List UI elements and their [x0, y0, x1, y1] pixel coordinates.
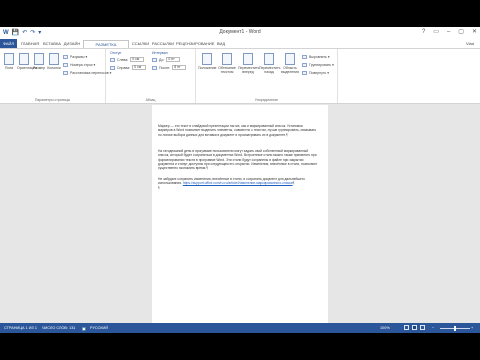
align-button[interactable]: Выровнять ▾	[302, 55, 330, 59]
tab-mailings[interactable]: РАССЫЛКИ	[151, 40, 175, 48]
web-layout-icon[interactable]	[420, 325, 425, 330]
indent-title: Отступ	[110, 51, 122, 55]
wrap-text-button[interactable]: Обтекание текстом	[217, 53, 237, 74]
indent-left-input[interactable]: 0 см	[130, 57, 145, 62]
group-label: Абзац	[145, 98, 156, 102]
paragraph-3[interactable]: Не забудьте сохранить изменения, внесённ…	[158, 177, 318, 190]
read-mode-icon[interactable]	[404, 325, 409, 330]
status-bar: СТРАНИЦА 1 ИЗ 1 ЧИСЛО СЛОВ: 131 ▣ РУССКИ…	[0, 323, 480, 333]
group-arrange: Положение Обтекание текстом Переместить …	[196, 49, 338, 103]
position-icon	[202, 53, 212, 65]
group-paragraph: Отступ Слева: 0 см Справа: 0 см Интервал…	[106, 49, 196, 103]
wrap-text-icon	[222, 53, 232, 65]
spacing-after-icon	[152, 65, 157, 70]
proofing-icon[interactable]: ▣	[82, 326, 86, 331]
indent-left-icon	[110, 57, 115, 62]
columns-button[interactable]: Колонки	[47, 53, 61, 70]
zoom-in-icon[interactable]: +	[471, 326, 473, 330]
help-icon[interactable]: ?	[422, 28, 425, 37]
tab-design[interactable]: ДИЗАЙН	[63, 40, 81, 48]
zoom-out-icon[interactable]: −	[432, 326, 434, 330]
tab-view[interactable]: ВИД	[215, 40, 227, 48]
margins-button[interactable]: Поля	[2, 53, 16, 70]
selection-pane-button[interactable]: Область выделения	[280, 53, 300, 74]
breaks-button[interactable]: Разрывы ▾	[63, 55, 87, 59]
maximize-button[interactable]: ▢	[458, 28, 464, 37]
bring-forward-button[interactable]: Переместить вперед	[238, 53, 259, 74]
language[interactable]: РУССКИЙ	[90, 326, 108, 330]
size-icon	[34, 53, 44, 65]
position-button[interactable]: Положение	[198, 53, 217, 70]
indent-right-icon	[110, 65, 115, 70]
spacing-before-icon	[152, 57, 157, 62]
document-page[interactable]: Маркер — это текст в слайдовой презентац…	[152, 105, 328, 333]
tab-file[interactable]: ФАЙЛ	[0, 39, 17, 48]
line-numbers-icon	[63, 63, 68, 67]
group-button[interactable]: Группировать ▾	[302, 63, 334, 67]
rotate-button[interactable]: Повернуть ▾	[302, 71, 329, 75]
window-title: Документ1 - Word	[219, 29, 261, 35]
spacing-before: До: 0 пт	[152, 57, 181, 62]
rotate-icon	[302, 71, 307, 75]
title-bar: W 💾 ↶ ↷ ▾ Документ1 - Word ? ▭ – ▢ ✕	[0, 27, 480, 39]
indent-right-input[interactable]: 0 см	[132, 65, 147, 70]
size-button[interactable]: Размер	[32, 53, 46, 70]
minimize-button[interactable]: –	[447, 28, 450, 37]
group-icon	[302, 63, 307, 67]
close-button[interactable]: ✕	[472, 28, 477, 37]
word-count[interactable]: ЧИСЛО СЛОВ: 131	[42, 326, 75, 330]
group-label: Параметры страницы	[34, 98, 71, 102]
tab-page-layout[interactable]: РАЗМЕТКА СТРАНИЦЫ	[83, 40, 129, 55]
paragraph-mark: ¶	[206, 166, 208, 171]
margins-icon	[4, 53, 14, 65]
paragraph-mark: ¶	[292, 181, 295, 186]
word-window: W 💾 ↶ ↷ ▾ Документ1 - Word ? ▭ – ▢ ✕ ФАЙ…	[0, 27, 480, 333]
indent-left: Слева: 0 см	[110, 57, 145, 62]
window-controls: ? ▭ – ▢ ✕	[422, 28, 477, 37]
paragraph-1[interactable]: Маркер — это текст в слайдовой презентац…	[158, 124, 318, 137]
paragraph-2[interactable]: На сегодняшний день в программе пользова…	[158, 149, 318, 170]
zoom-level[interactable]: 100%	[380, 326, 390, 330]
line-numbers-button[interactable]: Номера строк ▾	[63, 63, 95, 67]
ribbon: Поля Ориентация Размер Колонки Разрывы ▾…	[0, 48, 480, 104]
selection-pane-icon	[285, 53, 295, 65]
tab-review[interactable]: РЕЦЕНЗИРОВАНИЕ	[176, 40, 214, 48]
orientation-button[interactable]: Ориентация	[17, 53, 37, 70]
empty-paragraph-mark: ¶	[158, 185, 160, 190]
spacing-after-input[interactable]: 8 пт	[172, 65, 187, 70]
user-name[interactable]: Vlad	[466, 41, 474, 46]
hyphenation-icon	[63, 71, 68, 75]
orientation-icon	[19, 53, 29, 65]
bring-forward-icon	[243, 53, 253, 65]
hyphenation-button[interactable]: Расстановка переносов ▾	[63, 71, 111, 75]
tab-home[interactable]: ГЛАВНАЯ	[19, 40, 41, 48]
tab-references[interactable]: ССЫЛКИ	[131, 40, 150, 48]
tab-insert[interactable]: ВСТАВКА	[42, 40, 62, 48]
zoom-slider-thumb[interactable]	[454, 326, 456, 331]
send-backward-button[interactable]: Переместить назад	[259, 53, 280, 74]
page-count[interactable]: СТРАНИЦА 1 ИЗ 1	[4, 326, 37, 330]
group-page-setup: Поля Ориентация Размер Колонки Разрывы ▾…	[0, 49, 111, 103]
send-backward-icon	[264, 53, 274, 65]
align-icon	[302, 55, 307, 59]
breaks-icon	[63, 55, 68, 59]
indent-right: Справа: 0 см	[110, 65, 147, 70]
group-label: Упорядочение	[254, 98, 279, 102]
document-link[interactable]: https://support.office.com/ru-ru/article…	[183, 181, 293, 185]
spacing-before-input[interactable]: 0 пт	[166, 57, 181, 62]
paragraph-mark: ¶	[286, 132, 288, 137]
ribbon-display-icon[interactable]: ▭	[433, 28, 439, 37]
spacing-after: После: 8 пт	[152, 65, 187, 70]
interval-title: Интервал	[152, 51, 168, 55]
ribbon-tabs: ФАЙЛ ГЛАВНАЯ ВСТАВКА ДИЗАЙН РАЗМЕТКА СТР…	[0, 39, 480, 55]
print-layout-icon[interactable]	[412, 325, 417, 330]
columns-icon	[49, 53, 59, 65]
